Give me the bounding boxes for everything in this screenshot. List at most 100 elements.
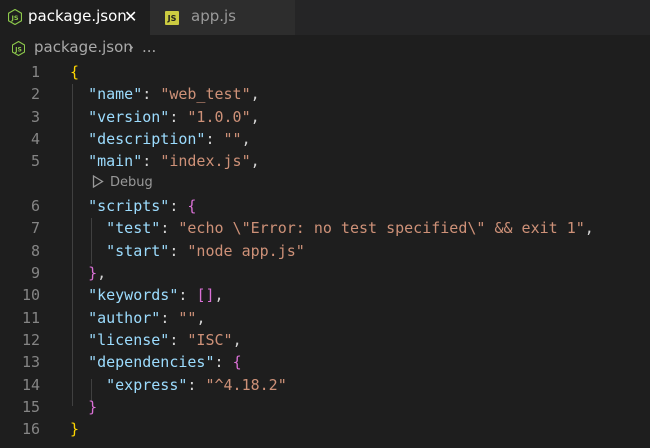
- line-number: 9: [30, 264, 40, 282]
- code-token: ,: [214, 286, 224, 304]
- nodejs-icon: JS: [8, 9, 22, 25]
- code-token: "author": [88, 309, 161, 327]
- code-text: "name": "web_test",: [70, 83, 260, 106]
- code-line[interactable]: 5 "main": "index.js",: [0, 150, 650, 173]
- code-line[interactable]: 10 "keywords": [],: [0, 284, 650, 307]
- code-line[interactable]: 11 "author": "",: [0, 307, 650, 330]
- code-token: :: [160, 219, 179, 237]
- code-token: :: [160, 309, 179, 327]
- code-token: :: [187, 376, 206, 394]
- code-text: "start": "node app.js": [70, 240, 305, 263]
- debug-codelens[interactable]: Debug: [92, 172, 153, 194]
- code-line[interactable]: 14 "express": "^4.18.2": [0, 374, 650, 397]
- code-token: :: [142, 152, 161, 170]
- line-number: 10: [21, 286, 40, 304]
- code-token: ,: [196, 309, 206, 327]
- line-number: 14: [21, 376, 40, 394]
- code-token: ,: [241, 130, 251, 148]
- code-text: {: [70, 61, 79, 84]
- code-text: "description": "",: [70, 128, 251, 151]
- line-number: 3: [30, 108, 40, 126]
- svg-text:JS: JS: [10, 14, 18, 22]
- line-number: 11: [21, 309, 40, 327]
- code-line[interactable]: 16}: [0, 418, 650, 441]
- code-token: "ISC": [187, 331, 233, 349]
- code-token: ,: [250, 85, 260, 103]
- code-token: "express": [106, 376, 188, 394]
- code-text: },: [70, 262, 106, 285]
- line-number: 2: [30, 85, 40, 103]
- line-number: 4: [30, 130, 40, 148]
- code-token: {: [232, 353, 242, 371]
- tab-package-json[interactable]: JS package.json ✕: [0, 0, 149, 35]
- line-number: 15: [21, 398, 40, 416]
- code-line[interactable]: 1{: [0, 61, 650, 84]
- code-token: "": [178, 309, 197, 327]
- code-token: "name": [88, 85, 143, 103]
- code-token: ,: [584, 219, 594, 237]
- code-line[interactable]: 15 }: [0, 396, 650, 419]
- breadcrumb-more[interactable]: ...: [142, 38, 156, 56]
- code-token: "version": [88, 108, 170, 126]
- code-text: "version": "1.0.0",: [70, 106, 260, 129]
- tab-label: package.json: [28, 7, 127, 25]
- code-text: "test": "echo \"Error: no test specified…: [70, 217, 594, 240]
- code-token: {: [70, 63, 80, 81]
- breadcrumb-file[interactable]: package.json: [34, 38, 133, 56]
- code-token: }: [70, 420, 80, 438]
- close-icon[interactable]: ✕: [124, 7, 137, 26]
- code-token: "license": [88, 331, 170, 349]
- code-text: "keywords": [],: [70, 284, 224, 307]
- code-token: "web_test": [160, 85, 251, 103]
- line-number: 13: [21, 353, 40, 371]
- code-token: "main": [88, 152, 143, 170]
- line-number: 7: [30, 219, 40, 237]
- code-line[interactable]: 2 "name": "web_test",: [0, 83, 650, 106]
- code-line[interactable]: 3 "version": "1.0.0",: [0, 106, 650, 129]
- code-line[interactable]: 4 "description": "",: [0, 128, 650, 151]
- code-token: ,: [232, 331, 242, 349]
- line-number: 6: [30, 197, 40, 215]
- code-token: :: [142, 85, 161, 103]
- code-text: "scripts": {: [70, 195, 196, 218]
- line-number: 8: [30, 242, 40, 260]
- code-line[interactable]: 9 },: [0, 262, 650, 285]
- code-token: }: [88, 398, 98, 416]
- code-token: ,: [97, 264, 107, 282]
- code-line[interactable]: 12 "license": "ISC",: [0, 329, 650, 352]
- code-line[interactable]: 7 "test": "echo \"Error: no test specifi…: [0, 217, 650, 240]
- code-text: "license": "ISC",: [70, 329, 242, 352]
- code-token: "1.0.0": [187, 108, 251, 126]
- code-line[interactable]: 13 "dependencies": {: [0, 351, 650, 374]
- tab-app-js[interactable]: JS app.js: [149, 0, 295, 35]
- code-token: :: [169, 197, 188, 215]
- line-number: 1: [30, 63, 40, 81]
- tab-label: app.js: [191, 7, 236, 25]
- nodejs-icon: JS: [12, 41, 25, 56]
- debug-label: Debug: [110, 175, 153, 190]
- code-editor[interactable]: Debug 1{2 "name": "web_test", 3 "version"…: [0, 61, 650, 448]
- code-token: "description": [88, 130, 206, 148]
- code-token: ,: [250, 108, 260, 126]
- code-text: "main": "index.js",: [70, 150, 260, 173]
- play-icon: [92, 174, 104, 189]
- svg-text:JS: JS: [14, 46, 22, 53]
- code-line[interactable]: 6 "scripts": {: [0, 195, 650, 218]
- code-token: "index.js": [160, 152, 251, 170]
- code-token: "test": [106, 219, 161, 237]
- code-line[interactable]: 8 "start": "node app.js": [0, 240, 650, 263]
- code-token: :: [214, 353, 233, 371]
- chevron-right-icon: ›: [128, 38, 134, 56]
- editor-tab-bar: JS package.json ✕ JS app.js: [0, 0, 650, 35]
